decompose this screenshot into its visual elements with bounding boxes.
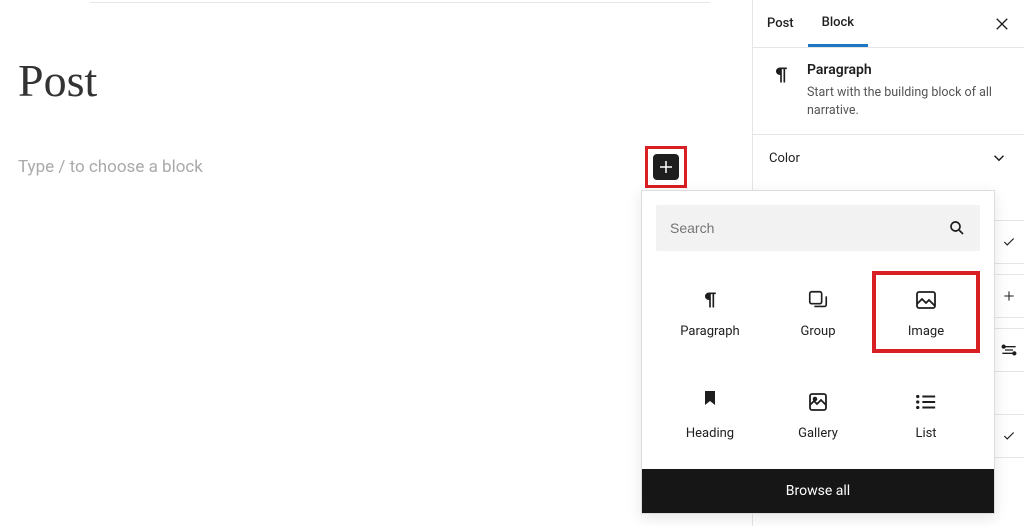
sidebar-tabs: Post Block xyxy=(753,0,1024,48)
block-placeholder[interactable]: Type / to choose a block xyxy=(18,157,630,177)
list-icon xyxy=(915,388,937,416)
add-block-highlight xyxy=(645,146,687,188)
editor-canvas: Post Type / to choose a block xyxy=(0,0,740,526)
panel-label: Color xyxy=(769,151,800,166)
block-item-paragraph[interactable]: Paragraph xyxy=(656,271,764,353)
plus-icon xyxy=(657,158,675,176)
panel-color[interactable]: Color xyxy=(753,134,1024,181)
gallery-icon xyxy=(806,388,830,416)
image-icon xyxy=(914,286,938,314)
block-item-label: Gallery xyxy=(798,426,838,441)
pilcrow-icon xyxy=(700,286,720,314)
browse-all-button[interactable]: Browse all xyxy=(642,469,994,513)
block-grid: Paragraph Group Image Heading Gallery xyxy=(642,265,994,469)
block-inserter: Paragraph Group Image Heading Gallery xyxy=(641,190,995,514)
hidden-panels-edge xyxy=(994,220,1024,468)
search-icon xyxy=(948,219,966,237)
block-item-heading[interactable]: Heading xyxy=(656,373,764,455)
search-input[interactable] xyxy=(670,220,907,236)
block-item-image[interactable]: Image xyxy=(872,271,980,353)
block-item-gallery[interactable]: Gallery xyxy=(764,373,872,455)
close-icon xyxy=(993,15,1011,33)
chevron-down-icon xyxy=(990,149,1008,167)
tab-post[interactable]: Post xyxy=(753,0,808,47)
block-item-list[interactable]: List xyxy=(872,373,980,455)
pilcrow-icon xyxy=(769,62,793,120)
tab-block[interactable]: Block xyxy=(808,0,868,47)
heading-icon xyxy=(702,388,718,416)
add-block-button[interactable] xyxy=(653,154,679,180)
block-item-label: Image xyxy=(908,324,944,339)
group-icon xyxy=(807,286,829,314)
block-item-group[interactable]: Group xyxy=(764,271,872,353)
block-item-label: Group xyxy=(800,324,835,339)
block-item-label: List xyxy=(915,426,936,441)
block-item-label: Heading xyxy=(686,426,734,441)
current-block-description: Start with the building block of all nar… xyxy=(807,84,1008,120)
post-title[interactable]: Post xyxy=(18,56,630,107)
divider xyxy=(90,2,710,3)
block-search[interactable] xyxy=(656,205,980,251)
current-block-name: Paragraph xyxy=(807,62,1008,78)
block-item-label: Paragraph xyxy=(680,324,739,339)
close-sidebar-button[interactable] xyxy=(980,0,1024,47)
current-block-header: Paragraph Start with the building block … xyxy=(753,48,1024,134)
